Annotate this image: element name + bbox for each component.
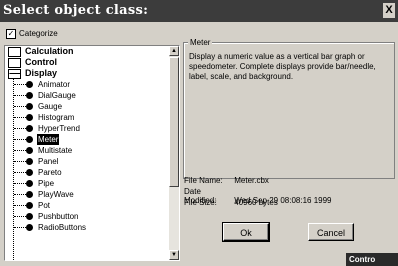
tree-item[interactable]: Panel (5, 156, 168, 167)
close-icon[interactable]: X (383, 3, 395, 18)
file-name-value: Meter.cbx (234, 176, 269, 185)
categorize-checkbox[interactable]: ✓ Categorize (6, 29, 58, 39)
description-title: Meter (188, 38, 213, 47)
tree-item-label: Pot (38, 201, 51, 210)
ok-button[interactable]: Ok (222, 222, 270, 242)
file-size-value: 40960 bytes (234, 198, 278, 207)
object-ball-icon (26, 103, 33, 110)
tree-item-label: Multistate (38, 146, 73, 155)
tree-item-label: RadioButtons (38, 223, 87, 232)
tree-scrollbar[interactable]: ▲ ▼ (169, 46, 179, 260)
class-tree[interactable]: Calculation Control Display Animator DialGau… (4, 45, 180, 261)
dialog-body: ✓ Categorize Calculation Control Display Ani… (0, 22, 398, 266)
tree-item-label: PlayWave (38, 190, 74, 199)
object-ball-icon (26, 147, 33, 154)
scroll-thumb[interactable] (169, 57, 179, 187)
tree-category[interactable]: Display (5, 68, 168, 79)
folder-icon (8, 58, 21, 68)
object-ball-icon (26, 92, 33, 99)
tree-item-label: Meter (37, 134, 60, 145)
tree-item[interactable]: Pushbutton (5, 211, 168, 222)
tree-category-label: Calculation (25, 46, 74, 56)
tree-item[interactable]: Histogram (5, 112, 168, 123)
tree-item[interactable]: Multistate (5, 145, 168, 156)
tree-item-label: Animator (38, 80, 71, 89)
file-size-label: File Size: (184, 198, 217, 207)
tree-category[interactable]: Control (5, 57, 168, 68)
tree-item[interactable]: Animator (5, 79, 168, 90)
tree-item[interactable]: DialGauge (5, 90, 168, 101)
file-name-label: File Name: (184, 176, 223, 185)
tree-category-label: Display (25, 68, 58, 78)
folder-open-icon (8, 69, 21, 79)
tree-item[interactable]: PlayWave (5, 189, 168, 200)
object-ball-icon (26, 136, 33, 143)
tree-item-label: Pipe (38, 179, 55, 188)
tree-item[interactable]: HyperTrend (5, 123, 168, 134)
scroll-up-icon[interactable]: ▲ (169, 46, 179, 56)
object-ball-icon (26, 125, 33, 132)
object-ball-icon (26, 224, 33, 231)
tree-item-label: Histogram (38, 113, 75, 122)
object-ball-icon (26, 213, 33, 220)
tree-item-label: Pushbutton (38, 212, 79, 221)
tree-category[interactable]: Calculation (5, 46, 168, 57)
object-ball-icon (26, 114, 33, 121)
object-ball-icon (26, 191, 33, 198)
object-ball-icon (26, 158, 33, 165)
tree-category-label: Control (25, 57, 57, 67)
tree-item-label: Panel (38, 157, 59, 166)
file-size-row: File Size: 40960 bytes (184, 198, 278, 207)
object-ball-icon (26, 180, 33, 187)
cancel-button[interactable]: Cancel (308, 223, 354, 241)
checkbox-check-icon[interactable]: ✓ (6, 29, 16, 39)
tree-list: Calculation Control Display Animator DialGau… (5, 46, 168, 260)
tree-item-label: Pareto (38, 168, 62, 177)
object-ball-icon (26, 81, 33, 88)
tree-item-label: DialGauge (38, 91, 76, 100)
tree-item-label: HyperTrend (38, 124, 80, 133)
scroll-down-icon[interactable]: ▼ (169, 250, 179, 260)
description-group: Meter Display a numeric value as a verti… (183, 38, 395, 179)
window-title: Select object class: (3, 3, 149, 18)
object-ball-icon (26, 202, 33, 209)
folder-icon (8, 47, 21, 57)
taskbar-label: Contro (349, 255, 376, 264)
tree-item[interactable]: Pipe (5, 178, 168, 189)
title-bar: Select object class: X (0, 0, 398, 22)
tree-item[interactable]: Pareto (5, 167, 168, 178)
tree-item-label: Gauge (38, 102, 63, 111)
file-name-row: File Name: Meter.cbx (184, 176, 269, 185)
tree-item[interactable]: Pot (5, 200, 168, 211)
categorize-label: Categorize (19, 29, 58, 39)
description-text: Display a numeric value as a vertical ba… (189, 52, 376, 81)
tree-item[interactable]: Meter (5, 134, 168, 145)
object-ball-icon (26, 169, 33, 176)
tree-item[interactable]: Gauge (5, 101, 168, 112)
taskbar-button[interactable]: Contro (346, 253, 398, 266)
tree-item[interactable]: RadioButtons (5, 222, 168, 233)
